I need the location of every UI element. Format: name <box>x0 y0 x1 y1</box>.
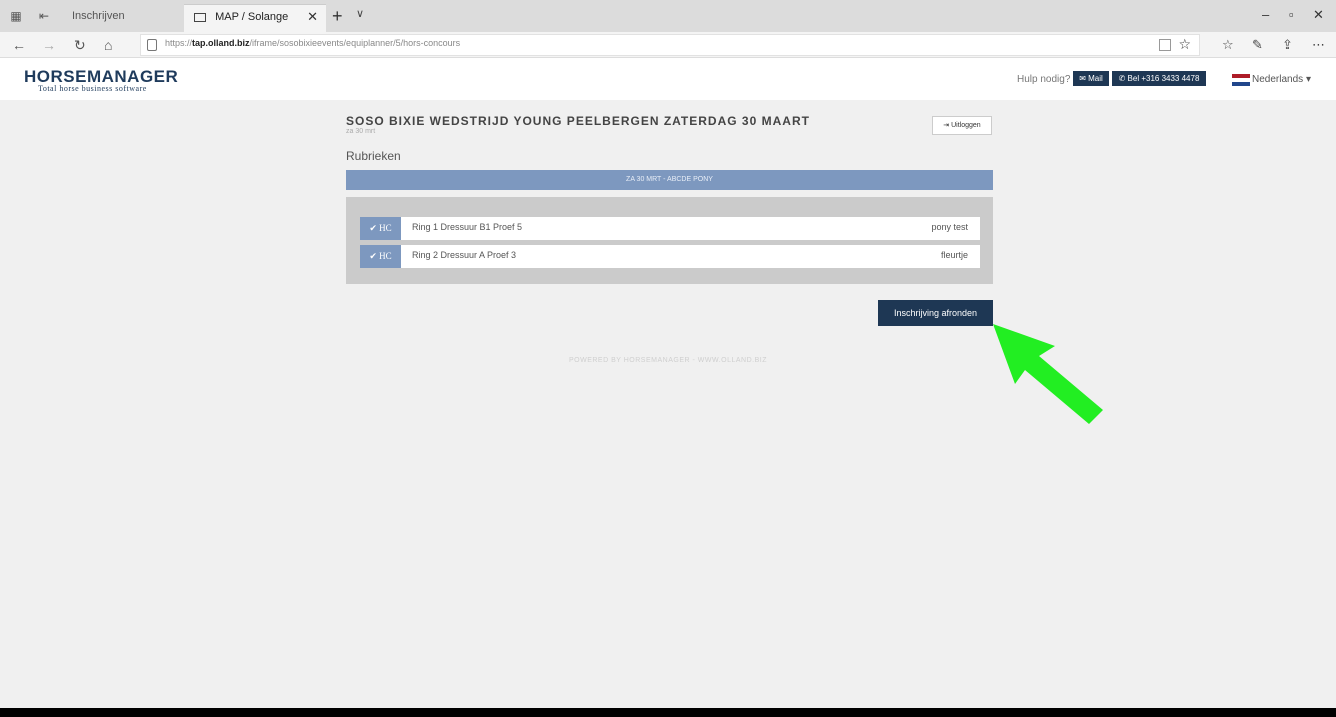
reader-icon[interactable] <box>1159 39 1171 51</box>
url-text: https://tap.olland.biz/iframe/sosobixiee… <box>165 38 461 48</box>
page-icon <box>194 12 206 22</box>
class-name: Ring 1 Dressuur B1 Proef 5 <box>412 222 523 232</box>
check-icon: ✔ <box>369 251 377 261</box>
favorites-icon[interactable]: ☆ <box>1222 37 1234 53</box>
mail-label: Mail <box>1088 74 1103 83</box>
entries-panel: ✔ HC Ring 1 Dressuur B1 Proef 5 pony tes… <box>346 197 993 284</box>
phone-icon: ✆ <box>1118 74 1126 83</box>
finish-registration-button[interactable]: Inschrijving afronden <box>878 300 993 326</box>
caret-down-icon: ▾ <box>1305 74 1311 85</box>
chevron-down-icon[interactable]: ∨ <box>356 7 364 20</box>
hc-toggle[interactable]: ✔ HC <box>360 217 401 240</box>
pen-icon[interactable]: ✎ <box>1252 37 1263 53</box>
lock-icon <box>147 39 157 51</box>
green-arrow-icon <box>993 324 1103 424</box>
home-icon[interactable]: ⌂ <box>104 36 112 54</box>
page-content: HORSEMANAGER Total horse business softwa… <box>0 58 1336 717</box>
bottom-black-strip <box>0 708 1336 717</box>
share-icon[interactable]: ⇪ <box>1282 37 1293 53</box>
list-item[interactable]: ✔ HC Ring 1 Dressuur B1 Proef 5 pony tes… <box>360 217 980 240</box>
minimize-icon[interactable]: – <box>1262 7 1269 22</box>
class-name: Ring 2 Dressuur A Proef 3 <box>412 250 517 260</box>
new-tab-icon[interactable]: + <box>332 6 343 26</box>
set-aside-tabs-icon[interactable]: ⇤ <box>36 8 52 24</box>
more-icon[interactable]: ⋯ <box>1312 37 1325 53</box>
refresh-icon[interactable]: ↻ <box>74 36 86 54</box>
call-button[interactable]: ✆ Bel +316 3433 4478 <box>1112 71 1206 86</box>
star-icon[interactable]: ☆ <box>1178 36 1191 53</box>
forward-icon[interactable]: → <box>42 36 56 54</box>
call-label: Bel +316 3433 4478 <box>1127 74 1200 83</box>
check-icon: ✔ <box>369 223 377 233</box>
mail-icon: ✉ <box>1079 74 1086 83</box>
mail-button[interactable]: ✉ Mail <box>1073 71 1109 86</box>
tab-preview-icon[interactable]: ▦ <box>8 8 24 24</box>
logout-button[interactable]: ⇥ Uitloggen <box>932 116 992 135</box>
event-title: SOSO BIXIE WEDSTRIJD YOUNG PEELBERGEN ZA… <box>346 114 810 128</box>
site-header: HORSEMANAGER Total horse business softwa… <box>0 58 1336 100</box>
close-tab-icon[interactable]: ✕ <box>307 5 318 29</box>
logo-main-text: HORSEMANAGER <box>24 67 179 86</box>
help-text: Hulp nodig? <box>1017 74 1071 85</box>
browser-address-bar: ← → ↻ ⌂ https://tap.olland.biz/iframe/so… <box>0 32 1336 58</box>
dutch-flag-icon <box>1232 74 1250 86</box>
language-label: Nederlands ▾ <box>1252 74 1311 85</box>
rubrieken-heading: Rubrieken <box>346 149 401 163</box>
category-header: ZA 30 MRT - ABCDE PONY <box>346 170 993 190</box>
horse-name: pony test <box>931 222 968 232</box>
browser-tab-bar: ▦ ⇤ Inschrijven wedstrijden MAP / Solang… <box>0 0 1336 47</box>
list-item[interactable]: ✔ HC Ring 2 Dressuur A Proef 3 fleurtje <box>360 245 980 268</box>
url-input[interactable]: https://tap.olland.biz/iframe/sosobixiee… <box>140 34 1200 56</box>
event-date: za 30 mrt <box>346 128 376 135</box>
hc-toggle[interactable]: ✔ HC <box>360 245 401 268</box>
powered-by-footer: POWERED BY HORSEMANAGER - WWW.OLLAND.BIZ <box>568 357 767 364</box>
tab-inschrijven[interactable]: Inschrijven wedstrijden <box>62 4 180 46</box>
horse-name: fleurtje <box>940 250 968 260</box>
horsemanager-logo[interactable]: HORSEMANAGER Total horse business softwa… <box>24 68 178 93</box>
logout-icon: ⇥ <box>943 122 950 129</box>
back-icon[interactable]: ← <box>12 36 26 54</box>
close-window-icon[interactable]: ✕ <box>1313 7 1324 23</box>
tab-map-solange[interactable]: MAP / Solange Herman ✕ <box>184 4 326 47</box>
logo-subtext: Total horse business software <box>38 84 147 93</box>
maximize-icon[interactable]: ▫ <box>1289 7 1294 22</box>
logout-label: Uitloggen <box>951 122 981 129</box>
